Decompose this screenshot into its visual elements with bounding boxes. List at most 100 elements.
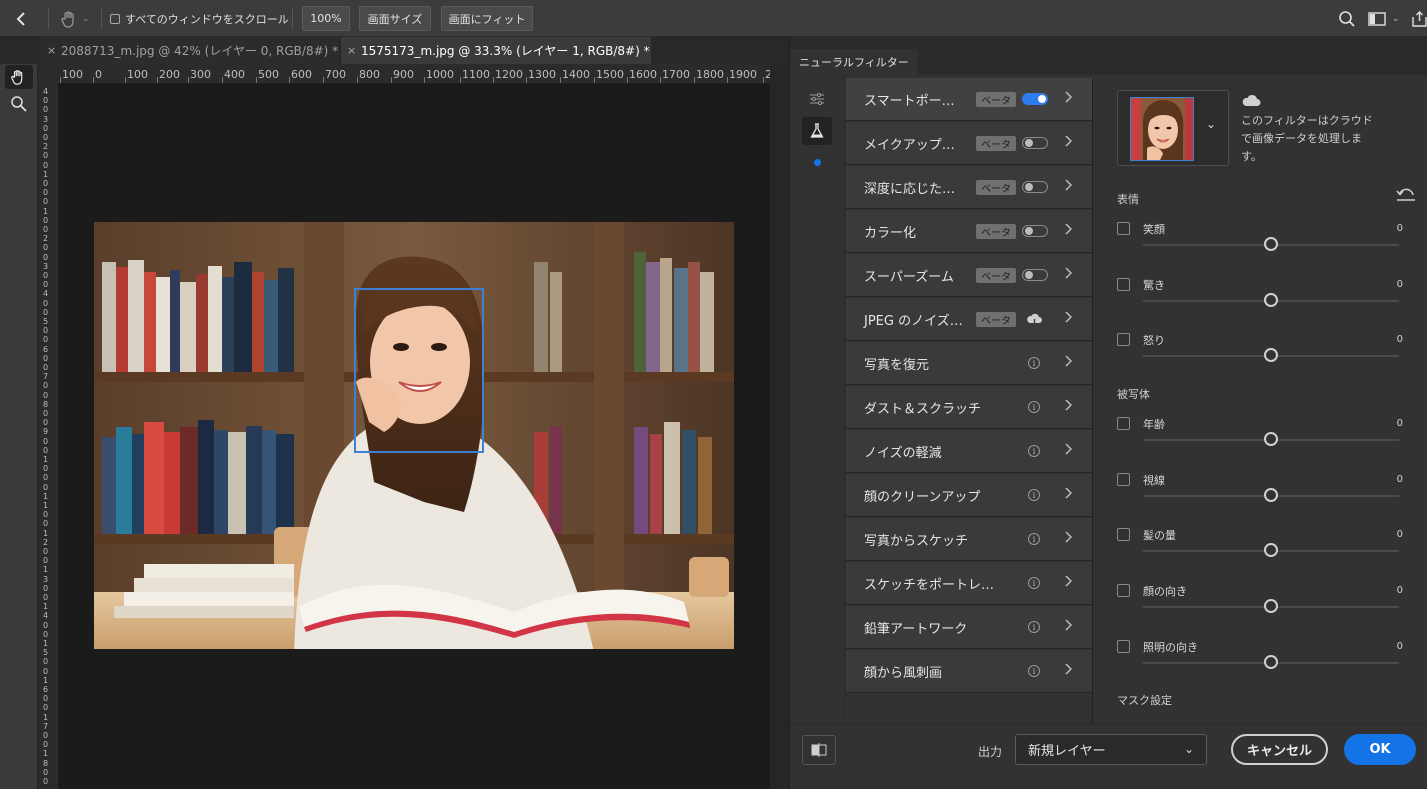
info-icon[interactable]: i [1028, 401, 1040, 413]
slider-enable-checkbox[interactable] [1117, 417, 1130, 430]
sliders-icon[interactable] [802, 85, 832, 113]
chevron-right-icon[interactable] [1064, 135, 1073, 151]
ruler-h-label: 600 [291, 68, 312, 81]
filter-row[interactable]: JPEG のノイズ… ベータ [846, 298, 1092, 341]
panel-header: ニューラルフィルター [790, 37, 1427, 75]
filter-row[interactable]: スーパーズーム ベータ [846, 254, 1092, 297]
ok-button[interactable]: OK [1344, 734, 1416, 765]
search-icon[interactable] [1338, 0, 1356, 37]
screen-size-button[interactable]: 画面サイズ [359, 6, 431, 31]
info-icon[interactable]: i [1028, 445, 1040, 457]
chevron-right-icon[interactable] [1064, 575, 1073, 591]
slider-enable-checkbox[interactable] [1117, 333, 1130, 347]
reference-face-selector[interactable]: ⌄ [1117, 90, 1229, 166]
slider-enable-checkbox[interactable] [1117, 584, 1130, 598]
chevron-right-icon[interactable] [1064, 355, 1073, 371]
info-icon[interactable]: i [1028, 621, 1040, 633]
filter-row[interactable]: 顔から風刺画 i [846, 650, 1092, 693]
workspace-icon[interactable]: ⌄ [1368, 0, 1400, 37]
before-after-toggle-icon[interactable] [802, 735, 836, 765]
chevron-right-icon[interactable] [1064, 487, 1073, 503]
filter-toggle[interactable] [1022, 225, 1048, 237]
scroll-all-windows-checkbox[interactable]: すべてのウィンドウをスクロール [110, 0, 289, 37]
face-detection-box[interactable] [354, 288, 484, 453]
back-icon[interactable] [14, 0, 30, 37]
tab-document-1[interactable]: × 2088713_m.jpg @ 42% (レイヤー 0, RGB/8#) * [41, 37, 339, 64]
ruler-v-label: 0 [43, 657, 49, 667]
slider-knob[interactable] [1264, 292, 1278, 307]
slider-knob[interactable] [1264, 543, 1278, 558]
filter-row[interactable]: 写真を復元 i [846, 342, 1092, 385]
slider-knob[interactable] [1264, 237, 1278, 251]
cloud-download-icon[interactable] [1026, 312, 1042, 331]
filter-toggle[interactable] [1022, 137, 1048, 149]
filter-row[interactable]: メイクアップ… ベータ [846, 122, 1092, 165]
chevron-right-icon[interactable] [1064, 91, 1073, 107]
ruler-v-label: 5 [43, 317, 49, 326]
hand-tool-preset-icon[interactable]: ⌄ [60, 0, 90, 37]
output-select[interactable]: 新規レイヤー ⌄ [1015, 734, 1207, 765]
filter-toggle[interactable] [1022, 269, 1048, 281]
chevron-down-icon[interactable]: ⌄ [1206, 117, 1216, 131]
tab-document-2[interactable]: × 1575173_m.jpg @ 33.3% (レイヤー 1, RGB/8#)… [341, 37, 651, 64]
chevron-right-icon[interactable] [1064, 311, 1073, 327]
slider-knob[interactable] [1264, 348, 1278, 363]
filter-toggle[interactable] [1022, 93, 1048, 105]
chevron-right-icon[interactable] [1064, 663, 1073, 679]
filter-row[interactable]: 深度に応じた… ベータ [846, 166, 1092, 209]
close-icon[interactable]: × [347, 44, 356, 57]
ruler-v-label: 0 [43, 390, 49, 400]
info-icon[interactable]: i [1028, 665, 1040, 677]
filter-row[interactable]: 鉛筆アートワーク i [846, 606, 1092, 649]
filter-row[interactable]: カラー化 ベータ [846, 210, 1092, 253]
chevron-right-icon[interactable] [1064, 399, 1073, 415]
toggle-knob [1025, 271, 1033, 279]
ruler-v-label: 0 [43, 243, 49, 253]
fit-to-screen-button[interactable]: 画面にフィット [441, 6, 533, 31]
ruler-h-label: 1300 [528, 68, 556, 81]
filter-row[interactable]: ノイズの軽減 i [846, 430, 1092, 473]
info-icon[interactable]: i [1028, 533, 1040, 545]
filter-label: 写真を復元 [864, 357, 930, 373]
slider-enable-checkbox[interactable] [1117, 639, 1130, 653]
canvas-scrollbar[interactable] [770, 64, 789, 789]
slider-enable-checkbox[interactable] [1117, 528, 1130, 542]
chevron-right-icon[interactable] [1064, 443, 1073, 459]
slider-enable-checkbox[interactable] [1117, 277, 1130, 291]
ruler-v-label: 0 [43, 105, 49, 115]
slider-knob[interactable] [1264, 654, 1278, 669]
chevron-right-icon[interactable] [1064, 531, 1073, 547]
slider-enable-checkbox[interactable] [1117, 472, 1130, 486]
share-icon[interactable] [1412, 0, 1427, 37]
chevron-right-icon[interactable] [1064, 179, 1073, 195]
zoom-tool-icon[interactable] [5, 92, 33, 116]
slider-knob[interactable] [1264, 487, 1278, 502]
filter-label: メイクアップ… [864, 137, 955, 153]
chevron-right-icon[interactable] [1064, 223, 1073, 239]
filter-row[interactable]: スケッチをポートレ… i [846, 562, 1092, 605]
info-icon[interactable]: i [1028, 577, 1040, 589]
ruler-h-label: 400 [224, 68, 245, 81]
info-icon[interactable]: i [1028, 489, 1040, 501]
filter-row[interactable]: スマートポー… ベータ [846, 78, 1092, 121]
filter-row[interactable]: ダスト＆スクラッチ i [846, 386, 1092, 429]
panel-title[interactable]: ニューラルフィルター [790, 49, 918, 75]
slider-enable-checkbox[interactable] [1117, 222, 1130, 235]
slider-knob[interactable] [1264, 599, 1278, 614]
reset-icon[interactable] [1396, 186, 1416, 206]
beta-flask-icon[interactable] [802, 117, 832, 145]
beta-badge: ベータ [976, 223, 1016, 239]
zoom-100-button[interactable]: 100% [302, 6, 350, 31]
close-icon[interactable]: × [47, 44, 56, 57]
filter-toggle[interactable] [1022, 181, 1048, 193]
info-icon[interactable]: i [1028, 357, 1040, 369]
chevron-right-icon[interactable] [1064, 619, 1073, 635]
chevron-right-icon[interactable] [1064, 267, 1073, 283]
filter-row[interactable]: 写真からスケッチ i [846, 518, 1092, 561]
hand-tool-icon[interactable] [5, 65, 33, 89]
filter-row[interactable]: 顔のクリーンアップ i [846, 474, 1092, 517]
cancel-button[interactable]: キャンセル [1231, 734, 1328, 765]
slider-knob[interactable] [1264, 432, 1278, 446]
ruler-v-label: 4 [43, 289, 49, 299]
new-filters-indicator-dot [814, 159, 821, 166]
